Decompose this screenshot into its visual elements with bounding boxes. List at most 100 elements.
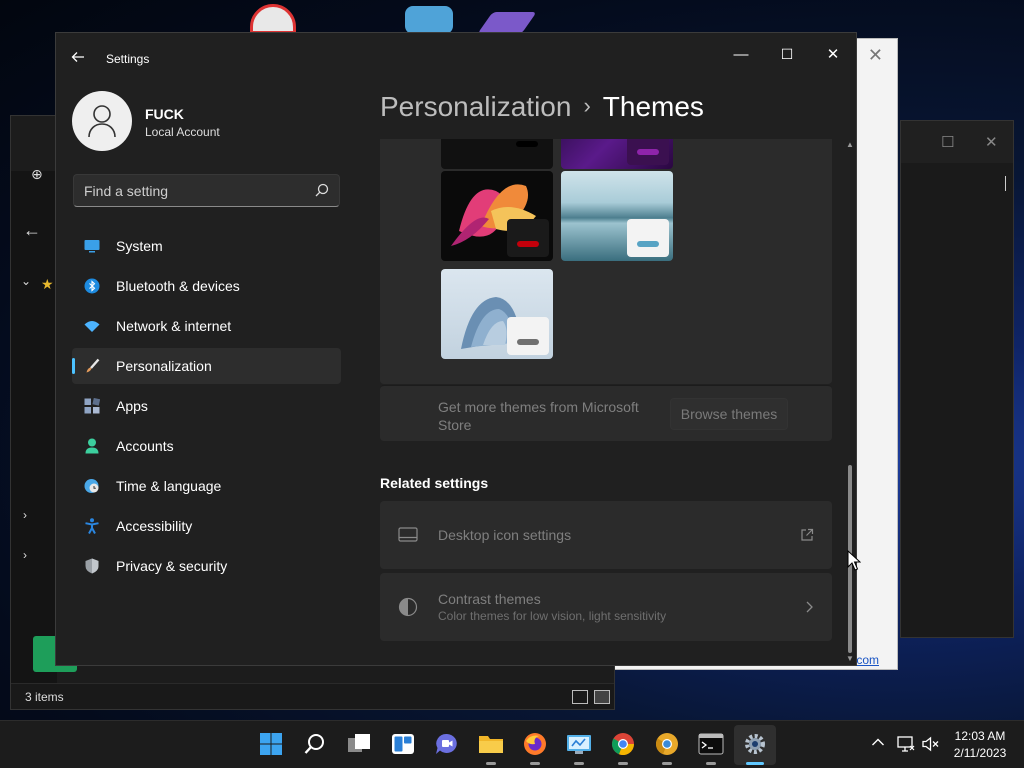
content-scrollbar[interactable]: ▲ ▼	[846, 141, 854, 663]
apps-icon	[84, 398, 100, 414]
background-terminal-window[interactable]: ☐ ✕	[900, 120, 1014, 638]
store-description: Get more themes from Microsoft Store	[438, 399, 639, 433]
search-icon[interactable]	[315, 183, 329, 202]
account-type: Local Account	[145, 125, 220, 139]
chevron-right-icon	[806, 601, 813, 613]
clock-time: 12:03 AM	[954, 729, 1006, 743]
desktop-shortcut-icon[interactable]	[405, 6, 453, 34]
main-content: Get more themes from Microsoft Store Bro…	[380, 139, 832, 665]
start-icon[interactable]	[258, 731, 284, 757]
title-bar[interactable]: Settings — ☐ ✕	[56, 33, 856, 83]
breadcrumb-parent[interactable]: Personalization	[380, 91, 571, 122]
running-indicator	[662, 762, 672, 765]
close-icon[interactable]: ✕	[868, 45, 883, 66]
avatar[interactable]	[72, 91, 132, 151]
desktop-shortcut-icon[interactable]	[250, 4, 296, 34]
page-title: Themes	[602, 91, 704, 122]
theme-gallery	[380, 139, 832, 384]
scroll-up-icon[interactable]: ▲	[846, 141, 854, 149]
running-indicator	[486, 762, 496, 765]
network-icon[interactable]	[897, 736, 915, 755]
close-icon[interactable]: ✕	[985, 133, 998, 151]
sidebar-item-bluetooth[interactable]: Bluetooth & devices	[72, 268, 341, 304]
running-indicator	[530, 762, 540, 765]
details-view-icon[interactable]	[572, 690, 588, 704]
settings-icon[interactable]	[742, 731, 768, 757]
explorer-nav-pane	[11, 171, 57, 696]
theme-thumbnail-glow[interactable]	[561, 139, 673, 169]
theme-thumbnail-captured-motion[interactable]	[441, 171, 553, 261]
item-count: 3 items	[25, 690, 64, 704]
desktop-shortcut-icon[interactable]	[477, 12, 537, 34]
accessibility-icon	[85, 518, 99, 534]
sidebar-item-label: Bluetooth & devices	[116, 278, 240, 294]
brush-icon	[86, 358, 100, 373]
chevron-right-icon[interactable]: ›	[23, 548, 27, 562]
browse-themes-button[interactable]: Browse themes	[670, 398, 788, 430]
get-more-themes-row: Get more themes from Microsoft Store Bro…	[380, 385, 832, 441]
chrome-canary-icon[interactable]	[654, 731, 680, 757]
chevron-up-icon[interactable]	[871, 735, 885, 750]
file-explorer-icon[interactable]	[478, 731, 504, 757]
breadcrumb: Personalization › Themes	[380, 91, 704, 131]
sidebar-item-label: Network & internet	[116, 318, 232, 334]
running-indicator	[706, 762, 716, 765]
terminal-icon[interactable]	[698, 731, 724, 757]
clock-date: 2/11/2023	[953, 746, 1007, 760]
maximize-icon[interactable]: ☐	[941, 133, 954, 151]
desktop-icon	[398, 527, 418, 542]
app-title: Settings	[106, 52, 150, 66]
related-settings-heading: Related settings	[380, 475, 489, 491]
person-icon	[88, 105, 116, 138]
sidebar-item-personalization[interactable]: Personalization	[72, 348, 341, 384]
sidebar-item-system[interactable]: System	[72, 228, 341, 264]
card-title: Desktop icon settings	[438, 527, 572, 543]
firefox-icon[interactable]	[522, 731, 548, 757]
task-view-icon[interactable]	[346, 731, 372, 757]
mouse-cursor-icon	[847, 550, 861, 571]
scroll-down-icon[interactable]: ▼	[846, 655, 854, 663]
user-profile[interactable]: FUCK Local Account	[72, 91, 352, 151]
sidebar-item-label: Privacy & security	[116, 558, 228, 574]
search-input[interactable]	[74, 175, 314, 206]
sidebar-item-accounts[interactable]: Accounts	[72, 428, 341, 464]
sidebar-item-label: Personalization	[116, 358, 212, 374]
control-panel-icon[interactable]	[566, 731, 592, 757]
breadcrumb-separator: ›	[583, 93, 591, 118]
contrast-themes-card[interactable]: Contrast themes Color themes for low vis…	[380, 573, 832, 641]
active-indicator	[72, 358, 75, 374]
theme-thumbnail-sunrise[interactable]	[561, 171, 673, 261]
widgets-icon[interactable]	[390, 731, 416, 757]
chrome-icon[interactable]	[610, 731, 636, 757]
back-arrow-icon[interactable]	[70, 49, 90, 69]
sidebar-item-privacy[interactable]: Privacy & security	[72, 548, 341, 584]
star-icon[interactable]: ★	[41, 276, 54, 293]
chevron-down-icon[interactable]: ⌄	[21, 274, 31, 288]
minimize-button[interactable]: —	[718, 39, 764, 69]
globe-clock-icon	[84, 479, 99, 493]
chat-icon[interactable]	[434, 731, 460, 757]
add-icon[interactable]: ⊕	[31, 166, 43, 183]
chevron-right-icon[interactable]: ›	[23, 508, 27, 522]
volume-muted-icon[interactable]	[922, 736, 940, 755]
sidebar-item-label: Accounts	[116, 438, 174, 454]
maximize-button[interactable]: ☐	[764, 39, 810, 69]
search-box[interactable]	[73, 174, 340, 207]
close-button[interactable]: ✕	[810, 39, 856, 69]
back-arrow-icon[interactable]: ←	[23, 220, 41, 241]
taskbar: 12:03 AM 2/11/2023	[0, 720, 1024, 768]
background-link[interactable]: com	[856, 653, 879, 667]
sidebar-nav: System Bluetooth & devices Network & int…	[72, 228, 341, 588]
theme-thumbnail-bloom[interactable]	[441, 269, 553, 359]
sidebar-item-apps[interactable]: Apps	[72, 388, 341, 424]
desktop-icon-settings-card[interactable]: Desktop icon settings	[380, 501, 832, 569]
tiles-view-icon[interactable]	[594, 690, 610, 704]
sidebar-item-time-language[interactable]: Time & language	[72, 468, 341, 504]
card-subtitle: Color themes for low vision, light sensi…	[438, 609, 667, 623]
search-icon[interactable]	[302, 731, 328, 757]
sidebar-item-accessibility[interactable]: Accessibility	[72, 508, 341, 544]
sidebar-item-network[interactable]: Network & internet	[72, 308, 341, 344]
theme-thumbnail-dark[interactable]	[441, 139, 553, 169]
system-clock[interactable]: 12:03 AM 2/11/2023	[943, 728, 1017, 762]
settings-window[interactable]: Settings — ☐ ✕ FUCK Local Account System…	[55, 32, 857, 666]
